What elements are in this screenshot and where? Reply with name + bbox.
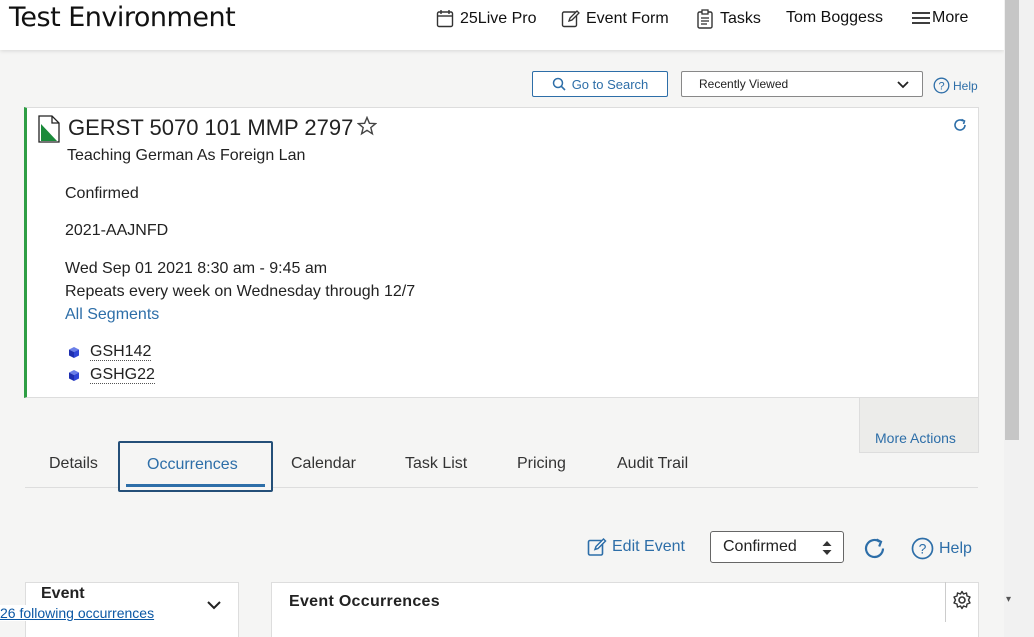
user-name: Tom Boggess: [786, 9, 883, 26]
clipboard-icon: [697, 9, 713, 29]
tab-bar: Details Occurrences Calendar Task List P…: [25, 440, 978, 492]
recently-viewed-label: Recently Viewed: [699, 77, 789, 91]
svg-text:?: ?: [919, 541, 927, 557]
location-item[interactable]: GSH142: [68, 343, 152, 361]
tab-details[interactable]: Details: [49, 455, 98, 473]
help-link-top[interactable]: ? Help: [933, 77, 978, 94]
star-icon[interactable]: [357, 116, 377, 136]
go-to-search-button[interactable]: Go to Search: [532, 71, 668, 97]
nav-event-form-label: Event Form: [586, 9, 669, 27]
active-tab-indicator: [126, 484, 265, 487]
nav-25live-pro-label: 25Live Pro: [460, 9, 537, 27]
document-icon: [38, 115, 60, 143]
nav-25live-pro[interactable]: 25Live Pro: [436, 9, 537, 28]
svg-text:?: ?: [938, 81, 944, 93]
event-title: GERST 5070 101 MMP 2797: [68, 115, 354, 140]
event-state: Confirmed: [65, 185, 139, 202]
nav-tasks-label: Tasks: [720, 10, 761, 27]
edit-event-button[interactable]: Edit Event: [587, 537, 685, 557]
refresh-icon[interactable]: [952, 117, 968, 133]
help-circle-icon: ?: [911, 537, 934, 560]
help-top-label: Help: [953, 78, 978, 93]
all-segments-link[interactable]: All Segments: [65, 306, 159, 324]
hamburger-icon: [912, 12, 930, 24]
event-repeats: Repeats every week on Wednesday through …: [65, 283, 416, 300]
edit-form-icon: [561, 10, 580, 28]
chevron-down-icon: [897, 81, 909, 89]
nav-tasks[interactable]: Tasks: [696, 9, 761, 29]
top-header: Test Environment 25Live Pro Event Form T…: [0, 0, 1004, 50]
location-label: GSH142: [90, 343, 152, 361]
help-link-main[interactable]: ? Help: [911, 537, 972, 560]
edit-icon: [587, 537, 607, 556]
scrollbar-thumb[interactable]: [1005, 0, 1019, 440]
calendar-icon: [436, 10, 454, 28]
event-name: Teaching German As Foreign Lan: [67, 147, 306, 164]
event-state-select[interactable]: Confirmed: [710, 531, 844, 563]
help-circle-icon: ?: [933, 77, 950, 94]
tab-calendar[interactable]: Calendar: [291, 455, 356, 473]
event-occurrences-title: Event Occurrences: [289, 593, 440, 610]
nav-event-form[interactable]: Event Form: [561, 9, 669, 28]
app-title: Test Environment: [9, 2, 236, 33]
event-panel-title: Event: [41, 585, 85, 602]
tab-pricing[interactable]: Pricing: [517, 455, 566, 473]
nav-more[interactable]: More: [911, 9, 968, 27]
chevron-down-icon[interactable]: [206, 599, 222, 611]
settings-button[interactable]: [945, 582, 978, 622]
refresh-icon[interactable]: [862, 536, 887, 561]
event-state-select-value: Confirmed: [723, 538, 797, 555]
select-arrows-icon: [822, 541, 832, 555]
location-cube-icon: [69, 346, 79, 358]
location-cube-icon: [69, 369, 79, 381]
recently-viewed-select[interactable]: Recently Viewed: [681, 71, 923, 97]
following-occurrences-link[interactable]: 26 following occurrences: [0, 605, 158, 621]
tab-audit-trail[interactable]: Audit Trail: [617, 455, 688, 473]
tab-occurrences[interactable]: Occurrences: [118, 441, 273, 492]
go-to-search-label: Go to Search: [571, 76, 649, 92]
gear-icon: [953, 590, 971, 610]
nav-more-label: More: [932, 9, 969, 26]
location-item[interactable]: GSHG22: [68, 366, 155, 384]
event-datetime: Wed Sep 01 2021 8:30 am - 9:45 am: [65, 260, 328, 277]
scroll-down-arrow-icon[interactable]: ▾: [1006, 594, 1011, 605]
nav-user[interactable]: Tom Boggess: [786, 9, 883, 27]
event-reference: 2021-AAJNFD: [65, 222, 169, 239]
tab-task-list[interactable]: Task List: [405, 455, 467, 473]
tab-occurrences-label: Occurrences: [147, 456, 238, 473]
event-occurrences-panel: Event Occurrences: [271, 582, 979, 637]
location-label: GSHG22: [90, 366, 155, 384]
search-icon: [552, 77, 566, 91]
event-summary-card: GERST 5070 101 MMP 2797 Teaching German …: [24, 107, 979, 398]
help-main-label: Help: [939, 539, 972, 557]
edit-event-label: Edit Event: [612, 538, 685, 555]
